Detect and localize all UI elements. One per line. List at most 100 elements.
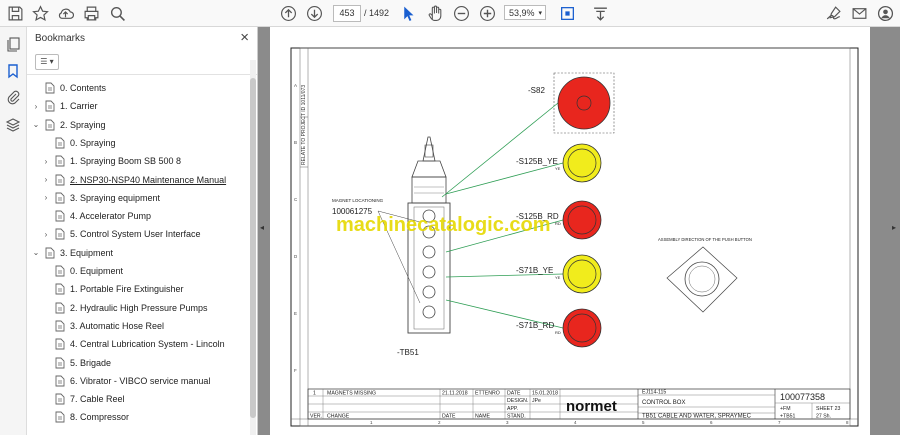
grid-letter: D	[294, 254, 298, 259]
button-color-code: YE	[555, 275, 561, 280]
bookmark-star-icon[interactable]	[30, 3, 50, 23]
button-color-code: YE	[555, 166, 561, 171]
pendant-label: -TB51	[397, 348, 419, 357]
close-icon[interactable]: ×	[240, 29, 249, 46]
grid-number: 7	[778, 420, 781, 425]
scrollbar-thumb[interactable]	[250, 78, 256, 418]
page-down-icon[interactable]	[304, 3, 324, 23]
bookmark-item[interactable]: 6. Vibrator - VIBCO service manual	[41, 372, 210, 390]
zoom-level-select[interactable]: 53,9% ▾	[504, 5, 546, 20]
push-button-5: -S71B_RDRD	[445, 299, 602, 348]
sheet-desc: TB51 CABLE AND WATER, SPRAYMEC	[642, 414, 752, 420]
bookmark-item[interactable]: 7. Cable Reel	[41, 390, 125, 408]
bookmark-page-icon	[45, 100, 55, 112]
magnet-title: MAGNET LOCATIONING	[332, 198, 384, 203]
chevron-right-icon[interactable]: ›	[41, 175, 51, 184]
zoom-level-value: 53,9%	[509, 8, 535, 18]
side-label: RELATE TO PROJECT ID 1011/073	[301, 85, 307, 165]
print-icon[interactable]	[81, 3, 101, 23]
bookmark-item[interactable]: 0. Contents	[31, 79, 106, 97]
button-outer	[562, 254, 602, 294]
select-arrow-icon[interactable]	[398, 3, 418, 23]
page-up-icon[interactable]	[278, 3, 298, 23]
button-outer	[562, 200, 602, 240]
doc-code: EJ114-115	[642, 390, 666, 396]
page-total-label: / 1492	[364, 8, 390, 18]
bookmark-item[interactable]: › 1. Spraying Boom SB 500 8	[41, 152, 181, 170]
grid-letter: E	[294, 311, 297, 316]
bookmark-item[interactable]: 4. Accelerator Pump	[41, 207, 151, 225]
bookmark-label: 0. Equipment	[70, 266, 124, 276]
button-label: -S71B_YE	[516, 266, 553, 275]
bookmark-page-icon	[55, 137, 65, 149]
bookmark-item[interactable]: 5. Brigade	[41, 354, 111, 372]
attachment-icon[interactable]	[5, 89, 21, 105]
bookmark-item[interactable]: 0. Spraying	[41, 134, 116, 152]
grid-number: 5	[642, 420, 645, 425]
sign-icon[interactable]	[823, 3, 843, 23]
bookmark-item[interactable]: 2. Hydraulic High Pressure Pumps	[41, 299, 208, 317]
grid-number: 3	[506, 420, 509, 425]
grid-number: 4	[574, 420, 577, 425]
bookmark-item[interactable]: › 1. Carrier	[31, 97, 98, 115]
bookmark-item[interactable]: 0. Equipment	[41, 262, 123, 280]
bookmark-label: 3. Equipment	[60, 247, 114, 258]
bookmark-label: 2. Hydraulic High Pressure Pumps	[70, 302, 208, 313]
page-number-input[interactable]: 453	[333, 5, 361, 22]
bookmark-icon[interactable]	[5, 63, 21, 79]
bookmark-item[interactable]: › 3. Spraying equipment	[41, 189, 160, 207]
chevron-right-icon[interactable]: ›	[41, 230, 51, 239]
bookmark-label: 3. Automatic Hose Reel	[70, 320, 165, 331]
chevron-right-icon[interactable]: ›	[31, 102, 41, 111]
scroll-mode-icon[interactable]	[590, 3, 610, 23]
hand-icon[interactable]	[425, 3, 445, 23]
fit-page-icon[interactable]	[557, 3, 577, 23]
bookmark-item[interactable]: › 2. NSP30-NSP40 Maintenance Manual	[41, 171, 226, 189]
cloud-upload-icon[interactable]	[55, 3, 75, 23]
design-label: DESIGN.	[507, 398, 528, 404]
chevron-down-icon[interactable]: ⌄	[31, 120, 41, 129]
bookmark-item[interactable]: › 5. Control System User Interface	[41, 225, 201, 243]
bookmark-page-icon	[55, 210, 65, 222]
save-icon[interactable]	[5, 3, 25, 23]
zoom-out-icon[interactable]	[451, 3, 471, 23]
zoom-in-icon[interactable]	[477, 3, 497, 23]
grid-letter: F	[294, 368, 297, 373]
connector-line	[441, 102, 559, 198]
date2-label: DATE	[442, 414, 456, 420]
bookmark-page-icon	[55, 192, 65, 204]
button-label: -S125B_YE	[516, 157, 558, 166]
app-label: APP.	[507, 406, 518, 412]
next-page-arrow-icon[interactable]: ▸	[892, 223, 896, 232]
title-block: 1 MAGNETS MISSING 21.11.2018 ETTENRO DAT…	[307, 388, 851, 420]
email-icon[interactable]	[849, 3, 869, 23]
chevron-right-icon[interactable]: ›	[41, 193, 51, 202]
layers-icon[interactable]	[5, 117, 21, 133]
pages-thumbnail-icon[interactable]	[5, 36, 21, 52]
name-label: NAME	[475, 414, 491, 420]
bookmark-item[interactable]: ⌄ 2. Spraying	[31, 116, 106, 134]
bookmark-label: 2. NSP30-NSP40 Maintenance Manual	[70, 174, 227, 185]
grid-letters: A B C D E F	[294, 83, 298, 373]
prev-page-arrow-icon[interactable]: ◂	[260, 223, 264, 232]
bookmark-item[interactable]: 8. Compressor	[41, 408, 129, 426]
assembly-diagram	[666, 246, 738, 313]
bookmark-options-button[interactable]: ☰ ▾	[35, 54, 59, 70]
zoom-search-icon[interactable]	[107, 3, 127, 23]
chevron-down-icon[interactable]: ⌄	[31, 248, 41, 257]
bookmark-item[interactable]: 3. Automatic Hose Reel	[41, 317, 164, 335]
stand-label: STAND.	[507, 414, 526, 420]
bookmark-label: 0. Contents	[60, 83, 107, 93]
bookmark-label: 1. Spraying Boom SB 500 8	[70, 156, 182, 167]
grid-number: 8	[846, 420, 849, 425]
chevron-right-icon[interactable]: ›	[41, 157, 51, 166]
bookmark-item[interactable]: 4. Central Lubrication System - Lincoln	[41, 335, 225, 353]
bookmark-item[interactable]: ⌄ 3. Equipment	[31, 244, 113, 262]
bookmark-page-icon	[55, 375, 65, 387]
bookmark-item[interactable]: 1. Portable Fire Extinguisher	[41, 280, 184, 298]
bookmark-page-icon	[45, 82, 55, 94]
button-outer	[562, 308, 602, 348]
grid-number: 6	[710, 420, 713, 425]
account-icon[interactable]	[875, 3, 895, 23]
bookmark-page-icon	[55, 338, 65, 350]
